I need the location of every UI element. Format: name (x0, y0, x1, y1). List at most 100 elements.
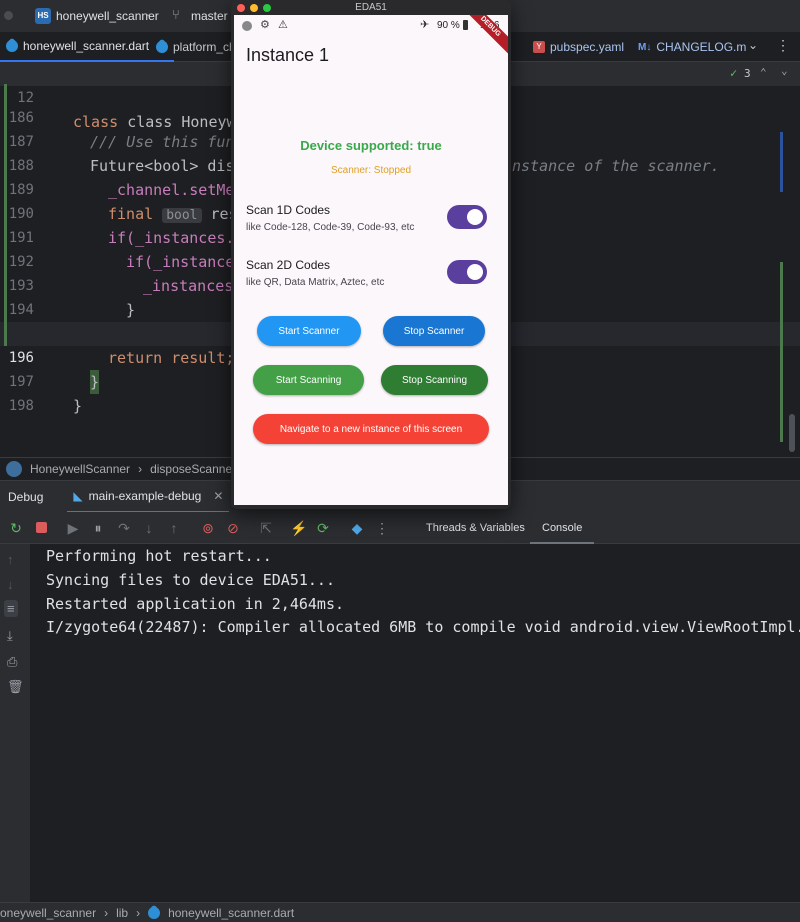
hot-restart-icon[interactable]: ⟳ (315, 520, 331, 537)
console-output[interactable]: Performing hot restart... Syncing files … (30, 544, 800, 902)
breadcrumb-class[interactable]: HoneywellScanner (30, 462, 130, 476)
resume-icon[interactable]: ▶ (65, 520, 81, 537)
start-scanner-button[interactable]: Start Scanner (257, 316, 361, 346)
mute-breakpoints-icon[interactable]: ⊘ (225, 520, 241, 537)
chevron-down-icon[interactable]: ⌄ (781, 64, 788, 77)
warning-icon: ⚠ (278, 19, 288, 31)
tab-console[interactable]: Console (530, 512, 595, 544)
status-file[interactable]: honeywell_scanner.dart (168, 906, 294, 920)
trash-icon[interactable]: 🗑 (7, 679, 24, 695)
maximize-window-icon[interactable] (263, 4, 271, 12)
project-badge[interactable]: HS (35, 8, 51, 24)
tab-pubspec[interactable]: Y pubspec.yaml (527, 32, 630, 62)
debug-toolbar: ↻ ▶ ⏸ ↷ ↓ ↑ ⊚ ⊘ ⇱ ⚡ ⟳ ◆ ⋮ Threads & Vari… (0, 512, 800, 544)
close-window-icon[interactable] (237, 4, 245, 12)
scroll-marker (780, 262, 783, 442)
dart-file-icon (3, 37, 21, 55)
option-title: Scan 1D Codes (246, 203, 331, 217)
app-title: Instance 1 (246, 45, 330, 65)
stop-icon[interactable] (33, 520, 49, 536)
dart-file-icon (145, 904, 163, 921)
emulator-title: EDA51 (355, 2, 387, 13)
soft-wrap-icon[interactable]: ≡ (4, 600, 18, 617)
console-side-toolbar: ↑ ↓ ≡ ⤓ ⎙ 🗑 (0, 544, 30, 902)
chevron-right-icon: › (138, 461, 143, 476)
scroll-marker (780, 132, 783, 192)
step-out-icon[interactable]: ↑ (166, 520, 182, 536)
code-text: } (73, 397, 83, 415)
phone-screen[interactable]: ⚙ ⚠ ✈ 90 % 1:36 DEBUG Instance 1 Device … (234, 15, 508, 505)
console-line: Performing hot restart... (46, 547, 272, 565)
battery-level: 90 % (437, 20, 460, 31)
scan-1d-toggle[interactable] (447, 205, 487, 229)
pause-icon[interactable]: ⏸ (90, 520, 106, 537)
tab-label: honeywell_scanner.dart (23, 39, 150, 53)
notification-dot-icon (242, 21, 252, 31)
battery-icon (463, 20, 468, 30)
navigate-new-instance-button[interactable]: Navigate to a new instance of this scree… (253, 414, 489, 444)
more-icon[interactable]: ⋮ (374, 520, 390, 537)
chevron-right-icon: › (104, 905, 109, 920)
status-project[interactable]: oneywell_scanner (0, 906, 96, 920)
status-bar: oneywell_scanner › lib › honeywell_scann… (0, 902, 800, 922)
console-line: Syncing files to device EDA51... (46, 571, 335, 589)
breakpoints-icon[interactable]: ⊚ (200, 520, 216, 537)
stop-scanning-button[interactable]: Stop Scanning (381, 365, 488, 395)
minimize-window-icon[interactable] (250, 4, 258, 12)
change-marker (4, 84, 7, 346)
debug-session-tab[interactable]: ◣ main-example-debug ✕ (67, 481, 230, 513)
restore-icon[interactable]: ⇱ (258, 520, 274, 537)
more-icon[interactable]: ⋮ (776, 37, 790, 54)
flutter-icon: ◣ (73, 488, 83, 503)
scrollbar[interactable] (789, 414, 795, 452)
tab-changelog[interactable]: M↓ CHANGELOG.m (632, 32, 752, 62)
scanner-status-text: Scanner: Stopped (330, 165, 412, 176)
tab-label: CHANGELOG.m (656, 40, 747, 54)
stop-scanner-button[interactable]: Stop Scanner (383, 316, 485, 346)
tabs-dropdown-icon[interactable]: ⌄ (748, 38, 758, 52)
class-icon (6, 460, 22, 477)
hot-reload-icon[interactable]: ⚡ (290, 520, 307, 537)
inspection-count[interactable]: 3 (744, 67, 751, 80)
rerun-icon[interactable]: ↻ (8, 520, 24, 537)
toggle-knob (467, 264, 483, 280)
chevron-up-icon[interactable]: ⌃ (760, 66, 767, 79)
airplane-icon: ✈ (420, 19, 430, 31)
branch-name[interactable]: master (191, 9, 228, 23)
arrow-down-icon[interactable]: ↓ (7, 577, 14, 592)
tab-honeywell-scanner[interactable]: honeywell_scanner.dart ✕ (0, 32, 175, 62)
status-folder[interactable]: lib (116, 906, 128, 920)
scan-2d-toggle[interactable] (447, 260, 487, 284)
inspection-check-icon[interactable]: ✓ (730, 66, 737, 80)
dart-file-icon (153, 38, 171, 56)
devtools-icon[interactable]: ◆ (349, 520, 365, 537)
markdown-file-icon: M↓ (638, 41, 652, 53)
option-subtitle: like QR, Data Matrix, Aztec, etc (246, 277, 385, 288)
window-dot-icon (4, 11, 13, 20)
start-scanning-button[interactable]: Start Scanning (253, 365, 364, 395)
console-line: I/zygote64(22487): Compiler allocated 6M… (46, 618, 800, 636)
step-over-icon[interactable]: ↷ (116, 520, 132, 537)
tab-threads-variables[interactable]: Threads & Variables (426, 522, 525, 534)
scroll-to-end-icon[interactable]: ⤓ (7, 628, 13, 644)
option-subtitle: like Code-128, Code-39, Code-93, etc (246, 222, 415, 233)
debug-title[interactable]: Debug (8, 490, 43, 504)
line-number: 198 (8, 398, 34, 414)
chevron-right-icon: › (136, 905, 141, 920)
arrow-up-icon[interactable]: ↑ (7, 552, 14, 567)
android-status-bar: ⚙ ⚠ ✈ 90 % 1:36 DEBUG (234, 15, 508, 60)
chevron-down-icon[interactable]: ⌄ (144, 8, 152, 19)
settings-notification-icon: ⚙ (260, 19, 270, 31)
console-line: Restarted application in 2,464ms. (46, 595, 345, 613)
close-icon[interactable]: ✕ (213, 489, 223, 503)
device-supported-text: Device supported: true (300, 138, 442, 153)
step-into-icon[interactable]: ↓ (141, 520, 157, 536)
toggle-knob (467, 209, 483, 225)
print-icon[interactable]: ⎙ (7, 654, 17, 670)
tab-label: pubspec.yaml (550, 40, 625, 54)
emulator-window: EDA51 ⚙ ⚠ ✈ 90 % 1:36 DEBUG Instance 1 D… (231, 0, 511, 509)
option-title: Scan 2D Codes (246, 258, 331, 272)
branch-icon: ⑂ (172, 7, 180, 22)
yaml-file-icon: Y (533, 41, 545, 53)
debug-session-name: main-example-debug (88, 488, 202, 503)
